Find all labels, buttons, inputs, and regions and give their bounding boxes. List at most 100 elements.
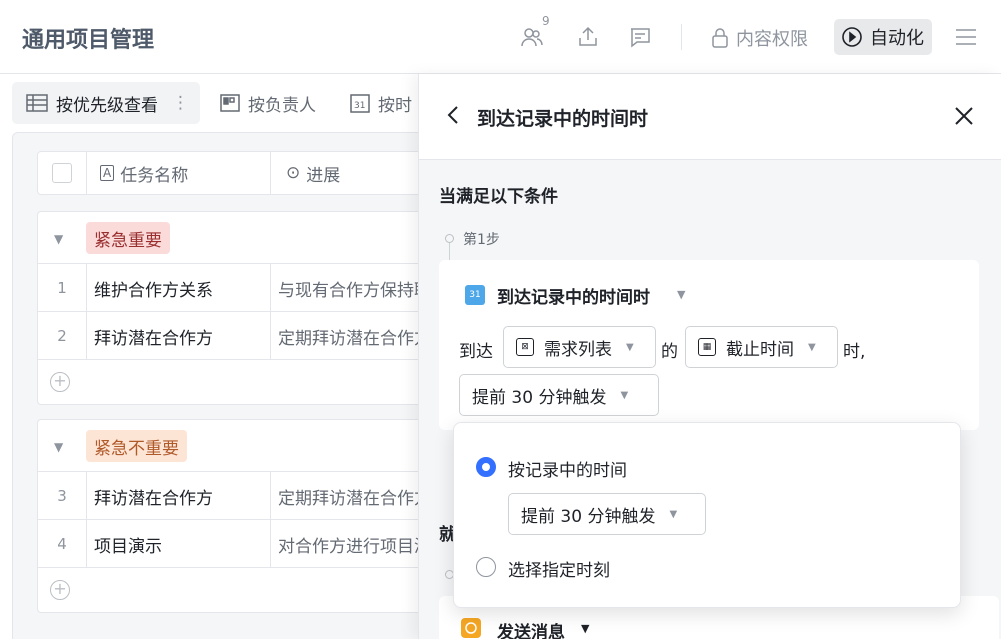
top-bar: 通用项目管理 9 内容权限 自动化 bbox=[0, 0, 1001, 74]
group-header[interactable]: ▼ 紧急重要 bbox=[38, 212, 436, 264]
column-divider bbox=[270, 312, 271, 359]
calendar-trigger-icon: 31 bbox=[465, 285, 485, 305]
menu-icon[interactable] bbox=[955, 26, 977, 48]
group-tag: 紧急重要 bbox=[86, 222, 170, 254]
group-tag: 紧急不重要 bbox=[86, 430, 187, 462]
progress-cell[interactable]: 定期拜访潜在合作方 bbox=[278, 312, 431, 360]
radio-specific-time[interactable] bbox=[476, 557, 496, 577]
chevron-down-icon: ▼ bbox=[620, 389, 629, 401]
row-number: 2 bbox=[57, 327, 67, 345]
table-row[interactable]: 3 拜访潜在合作方 定期拜访潜在合作方 bbox=[38, 472, 436, 520]
add-record-icon[interactable]: + bbox=[50, 372, 70, 392]
popover-offset-value: 提前 30 分钟触发 bbox=[521, 506, 656, 527]
offset-select[interactable]: 提前 30 分钟触发 ▼ bbox=[459, 374, 659, 416]
step-dot bbox=[445, 234, 454, 243]
collapse-caret-icon[interactable]: ▼ bbox=[54, 440, 63, 454]
action-dropdown-icon[interactable]: ▼ bbox=[581, 622, 589, 635]
task-name-cell[interactable]: 拜访潜在合作方 bbox=[94, 472, 213, 520]
column-divider bbox=[270, 264, 271, 311]
chevron-down-icon: ▼ bbox=[669, 508, 678, 520]
task-name-cell[interactable]: 维护合作方关系 bbox=[94, 264, 213, 312]
table-row[interactable]: 2 拜访潜在合作方 定期拜访潜在合作方 bbox=[38, 312, 436, 360]
add-record-icon[interactable]: + bbox=[50, 580, 70, 600]
radio-record-time-label[interactable]: 按记录中的时间 bbox=[508, 456, 627, 481]
time-suffix-label: 时, bbox=[843, 342, 866, 362]
trigger-time-popover: 按记录中的时间 提前 30 分钟触发 ▼ 选择指定时刻 bbox=[453, 422, 961, 608]
share-icon[interactable] bbox=[574, 23, 602, 51]
progress-cell[interactable]: 与现有合作方保持联 bbox=[278, 264, 431, 312]
view-tab-label: 按负责人 bbox=[248, 95, 316, 116]
grid-view-icon bbox=[26, 94, 48, 112]
trigger-dropdown-icon[interactable]: ▼ bbox=[677, 288, 685, 301]
add-row[interactable]: + bbox=[38, 568, 436, 612]
column-header-task-name[interactable]: A 任务名称 bbox=[100, 152, 188, 194]
view-tab-label: 按优先级查看 bbox=[56, 95, 158, 116]
app-title: 通用项目管理 bbox=[22, 28, 155, 53]
more-icon[interactable]: ⋮ bbox=[172, 93, 189, 113]
column-header-label: 任务名称 bbox=[120, 165, 189, 186]
task-name-cell[interactable]: 项目演示 bbox=[94, 520, 162, 568]
action-name[interactable]: 发送消息 bbox=[497, 618, 565, 639]
view-tab-label: 按时 bbox=[378, 95, 412, 116]
radio-record-time[interactable] bbox=[476, 457, 496, 477]
step-connector bbox=[449, 243, 450, 261]
condition-section-title: 当满足以下条件 bbox=[439, 187, 558, 207]
group-urgent-important: ▼ 紧急重要 1 维护合作方关系 与现有合作方保持联 2 拜访潜在合作方 定期拜… bbox=[37, 211, 437, 405]
column-header-label: 进展 bbox=[306, 165, 341, 186]
table-area: A 任务名称 ⊙ 进展 ▼ 紧急重要 1 维护合作方关系 与现有合作方保持联 2… bbox=[12, 132, 442, 639]
table-icon: ⊠ bbox=[516, 338, 534, 356]
table-select-value: 需求列表 bbox=[544, 339, 612, 360]
progress-field-icon: ⊙ bbox=[286, 163, 301, 183]
message-icon bbox=[461, 618, 481, 638]
automation-button[interactable]: 自动化 bbox=[834, 19, 932, 55]
table-row[interactable]: 1 维护合作方关系 与现有合作方保持联 bbox=[38, 264, 436, 312]
trigger-card: 31 到达记录中的时间时 ▼ 到达 ⊠ 需求列表 ▼ 的 ▦ 截止时间 ▼ 时,… bbox=[439, 260, 979, 430]
field-select-value: 截止时间 bbox=[726, 339, 794, 360]
task-name-cell[interactable]: 拜访潜在合作方 bbox=[94, 312, 213, 360]
date-field-icon: ▦ bbox=[698, 338, 716, 356]
group-header[interactable]: ▼ 紧急不重要 bbox=[38, 420, 436, 472]
table-row[interactable]: 4 项目演示 对合作方进行项目演 bbox=[38, 520, 436, 568]
add-row[interactable]: + bbox=[38, 360, 436, 404]
group-urgent-not-important: ▼ 紧急不重要 3 拜访潜在合作方 定期拜访潜在合作方 4 项目演示 对合作方进… bbox=[37, 419, 437, 613]
popover-offset-select[interactable]: 提前 30 分钟触发 ▼ bbox=[508, 493, 706, 535]
column-divider bbox=[270, 472, 271, 519]
column-divider bbox=[86, 520, 87, 567]
row-number: 4 bbox=[57, 535, 67, 553]
collaborator-count: 9 bbox=[542, 14, 550, 28]
view-tabs: 按优先级查看 ⋮ 按负责人 31 按时 bbox=[0, 74, 430, 134]
step-label: 第1步 bbox=[463, 232, 500, 248]
field-select[interactable]: ▦ 截止时间 ▼ bbox=[685, 326, 838, 368]
automation-icon bbox=[842, 27, 862, 47]
table-header: A 任务名称 ⊙ 进展 bbox=[37, 151, 437, 195]
svg-text:31: 31 bbox=[354, 101, 365, 111]
row-number: 1 bbox=[57, 279, 67, 297]
view-tab-owner[interactable]: 按负责人 bbox=[220, 82, 316, 124]
view-tab-priority[interactable]: 按优先级查看 ⋮ bbox=[12, 82, 200, 124]
close-icon[interactable] bbox=[953, 105, 975, 127]
progress-cell[interactable]: 定期拜访潜在合作方 bbox=[278, 472, 431, 520]
automation-label: 自动化 bbox=[870, 28, 924, 49]
chevron-down-icon: ▼ bbox=[808, 341, 816, 353]
trigger-name[interactable]: 到达记录中的时间时 bbox=[497, 283, 650, 308]
select-all-checkbox[interactable] bbox=[52, 163, 72, 183]
permission-label: 内容权限 bbox=[736, 29, 808, 50]
panel-title: 到达记录中的时间时 bbox=[477, 108, 649, 130]
chevron-down-icon: ▼ bbox=[626, 341, 634, 353]
progress-cell[interactable]: 对合作方进行项目演 bbox=[278, 520, 431, 568]
reach-label: 到达 bbox=[459, 342, 493, 362]
table-select[interactable]: ⊠ 需求列表 ▼ bbox=[503, 326, 656, 368]
offset-select-value: 提前 30 分钟触发 bbox=[472, 387, 607, 408]
back-icon[interactable] bbox=[443, 104, 465, 126]
radio-specific-time-label[interactable]: 选择指定时刻 bbox=[508, 556, 610, 581]
view-tab-time[interactable]: 31 按时 bbox=[350, 82, 412, 124]
column-divider bbox=[270, 520, 271, 567]
text-field-icon: A bbox=[100, 165, 115, 181]
permission-button[interactable]: 内容权限 bbox=[710, 24, 808, 52]
column-divider bbox=[86, 472, 87, 519]
collapse-caret-icon[interactable]: ▼ bbox=[54, 232, 63, 246]
column-header-progress[interactable]: ⊙ 进展 bbox=[286, 152, 340, 194]
toolbar-divider bbox=[681, 24, 682, 50]
comment-icon[interactable] bbox=[626, 23, 654, 51]
of-label: 的 bbox=[661, 342, 678, 362]
